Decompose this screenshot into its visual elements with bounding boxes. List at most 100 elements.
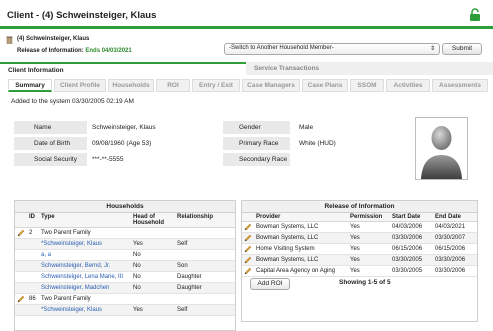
households-row: 2 Two Parent Family xyxy=(15,227,235,239)
head-of-household: No xyxy=(131,271,175,283)
roi-row[interactable]: Home Visiting System Yes 06/15/2006 06/15/2… xyxy=(242,243,477,255)
households-row: a, a No xyxy=(15,249,235,261)
roi-table: Provider Permission Start Date End Date … xyxy=(242,213,477,277)
tab-activities[interactable]: Activities xyxy=(386,79,430,92)
roi-row[interactable]: Bowman Systems, LLC Yes 03/30/2005 03/30/20… xyxy=(242,254,477,266)
edit-pencil-icon[interactable] xyxy=(244,223,252,231)
edit-cell xyxy=(15,304,27,316)
roi-provider: Capital Area Agency on Aging xyxy=(254,265,348,277)
tab-service-transactions[interactable]: Service Transactions xyxy=(246,62,493,75)
edit-cell xyxy=(15,293,27,305)
head-of-household: No xyxy=(131,249,175,261)
household-id xyxy=(27,238,39,250)
col-end-date: End Date xyxy=(433,213,477,222)
tab-client-information[interactable]: Client Information xyxy=(0,62,246,75)
households-row: Schweinsteiger, Bernd, Jr. No Son xyxy=(15,260,235,272)
roi-provider: Bowman Systems, LLC xyxy=(254,254,348,266)
roi-row[interactable]: Bowman Systems, LLC Yes 04/03/2006 04/03/20… xyxy=(242,221,477,233)
tab-case-plans[interactable]: Case Plans xyxy=(302,79,348,92)
add-roi-button[interactable]: Add ROI xyxy=(250,278,290,290)
roi-permission: Yes xyxy=(348,232,390,244)
info-label: Social Security xyxy=(14,153,87,166)
edit-pencil-icon[interactable] xyxy=(244,234,252,242)
head-of-household: Yes xyxy=(131,238,175,250)
edit-cell xyxy=(242,232,254,244)
household-member-select[interactable]: -Switch to Another Household Member- ⇕ xyxy=(224,43,440,55)
page-header: Client - (4) Schweinsteiger, Klaus xyxy=(0,0,493,29)
client-photo[interactable] xyxy=(415,117,468,180)
relationship: Son xyxy=(175,260,235,272)
submit-button[interactable]: Submit xyxy=(442,43,482,55)
main-tabs: Client Information Service Transactions xyxy=(0,62,493,75)
edit-pencil-icon[interactable] xyxy=(17,229,25,237)
household-id xyxy=(27,304,39,316)
roi-provider: Bowman Systems, LLC xyxy=(254,232,348,244)
household-id: 2 xyxy=(27,227,39,239)
edit-cell xyxy=(15,271,27,283)
tab-client-profile[interactable]: Client Profile xyxy=(54,79,106,92)
info-label: Name xyxy=(14,121,87,134)
tab-entry-exit[interactable]: Entry / Exit xyxy=(192,79,240,92)
relationship: Self xyxy=(175,238,235,250)
household-type[interactable]: Schweinsteiger, Bernd, Jr. xyxy=(39,260,131,272)
roi-row[interactable]: Capital Area Agency on Aging Yes 03/30/200… xyxy=(242,265,477,277)
household-select-value: -Switch to Another Household Member- xyxy=(229,45,334,51)
roi-provider: Home Visiting System xyxy=(254,243,348,255)
roi-end-date: 03/30/2007 xyxy=(433,232,477,244)
info-row-primary-race: Primary Race White (HUD) xyxy=(223,137,403,150)
household-id xyxy=(27,282,39,294)
info-row-dob: Date of Birth 09/08/1960 (Age 53) xyxy=(14,137,214,150)
col-start-date: Start Date xyxy=(390,213,433,222)
tab-summary[interactable]: Summary xyxy=(8,79,52,92)
head-of-household: No xyxy=(131,260,175,272)
info-label: Date of Birth xyxy=(14,137,87,150)
household-type[interactable]: Schweinsteiger, Lena Marie, III xyxy=(39,271,131,283)
edit-pencil-icon[interactable] xyxy=(244,256,252,264)
household-type: Two Parent Family xyxy=(39,227,131,239)
edit-cell xyxy=(15,227,27,239)
col-head-of-household: Head of Household xyxy=(131,213,175,228)
edit-pencil-icon[interactable] xyxy=(244,267,252,275)
info-value: Male xyxy=(299,124,314,131)
relationship: Daughter xyxy=(175,271,235,283)
households-table: ID Type Head of Household Relationship 2… xyxy=(15,213,235,316)
roi-status-value: Ends 04/03/2021 xyxy=(85,48,132,54)
edit-cell xyxy=(242,221,254,233)
household-type[interactable]: *Schweinsteiger, Klaus xyxy=(39,304,131,316)
info-label: Primary Race xyxy=(223,137,290,150)
tab-roi[interactable]: ROI xyxy=(156,79,190,92)
edit-cell xyxy=(15,238,27,250)
edit-pencil-icon[interactable] xyxy=(244,245,252,253)
roi-permission: Yes xyxy=(348,254,390,266)
household-type[interactable]: *Schweinsteiger, Klaus xyxy=(39,238,131,250)
avatar-silhouette-icon xyxy=(421,126,462,179)
tab-households[interactable]: Households xyxy=(108,79,154,92)
roi-provider: Bowman Systems, LLC xyxy=(254,221,348,233)
roi-permission: Yes xyxy=(348,265,390,277)
households-row: *Schweinsteiger, Klaus Yes Self xyxy=(15,304,235,316)
tab-ssom[interactable]: SSOM xyxy=(350,79,384,92)
info-value: White (HUD) xyxy=(299,140,336,147)
roi-start-date: 03/30/2006 xyxy=(390,232,433,244)
household-type[interactable]: Schweinsteiger, Madchen xyxy=(39,282,131,294)
households-row: Schweinsteiger, Lena Marie, III No Daughte… xyxy=(15,271,235,283)
info-row-gender: Gender Male xyxy=(223,121,403,134)
col-permission: Permission xyxy=(348,213,390,222)
tab-case-managers[interactable]: Case Managers xyxy=(242,79,300,92)
trash-icon[interactable] xyxy=(6,35,13,44)
household-type[interactable]: a, a xyxy=(39,249,131,261)
tab-assessments[interactable]: Assessments xyxy=(432,79,488,92)
unlock-icon[interactable] xyxy=(469,8,481,21)
roi-row[interactable]: Bowman Systems, LLC Yes 03/30/2006 03/30/20… xyxy=(242,232,477,244)
roi-end-date: 03/30/2006 xyxy=(433,265,477,277)
info-value: Schweinsteiger, Klaus xyxy=(92,124,156,131)
edit-pencil-icon[interactable] xyxy=(17,295,25,303)
client-name: (4) Schweinsteiger, Klaus xyxy=(17,36,90,42)
sub-tabs: Summary Client Profile Households ROI En… xyxy=(0,79,493,92)
roi-start-date: 03/30/2005 xyxy=(390,265,433,277)
household-id xyxy=(27,271,39,283)
households-row: 86 Two Parent Family xyxy=(15,293,235,305)
col-relationship: Relationship xyxy=(175,213,235,228)
info-row-secondary-race: Secondary Race xyxy=(223,153,403,166)
relationship xyxy=(175,249,235,261)
